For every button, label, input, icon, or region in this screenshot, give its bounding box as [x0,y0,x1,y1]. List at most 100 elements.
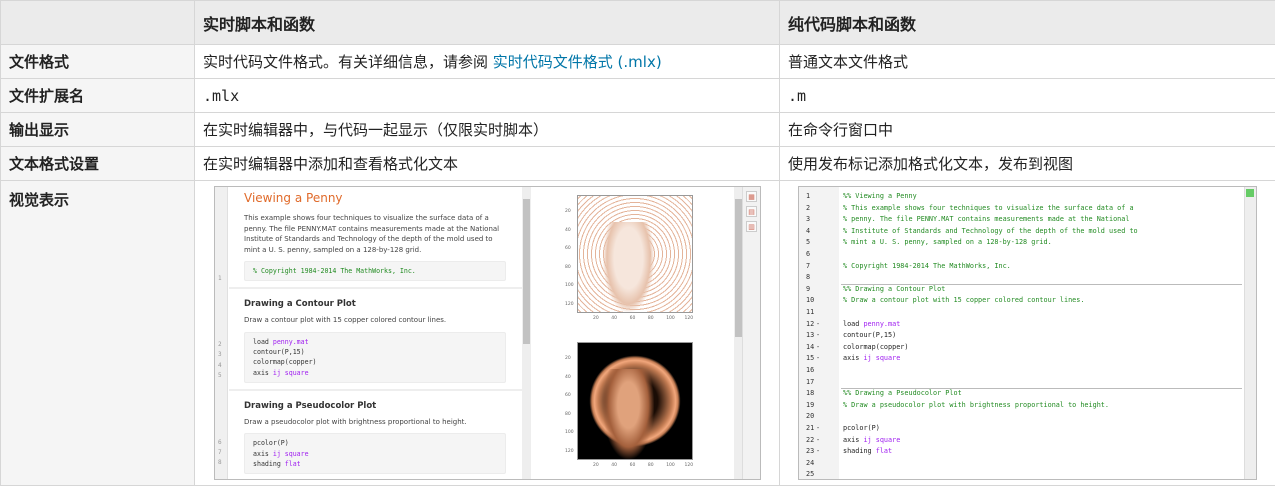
code-line[interactable]: 24 [799,458,1256,470]
code-line[interactable]: 11 [799,307,1256,319]
code-line[interactable]: 23- shading flat [799,446,1256,458]
doc-title: Viewing a Penny [244,191,343,205]
code-line[interactable]: 5 % mint a U. S. penny, sampled on a 128-… [799,237,1256,249]
code-line[interactable]: 6 [799,249,1256,261]
code-text: load penny.mat [843,319,900,331]
code-line[interactable]: 1 %% Viewing a Penny [799,191,1256,203]
code-line[interactable]: 10 % Draw a contour plot with 15 copper c… [799,295,1256,307]
code-token: % This example shows four techniques to … [843,203,1134,212]
y-tick-label: 60 [565,246,571,251]
code-text: pcolor(P) [253,439,289,448]
output-toolbar: ▦ ▤ ▥ [742,187,760,479]
table-row: 文件格式 实时代码文件格式。有关详细信息，请参阅 实时代码文件格式 (.mlx)… [0,44,1275,79]
row-label: 文本格式设置 [0,146,195,181]
row-label: 输出显示 [0,112,195,147]
code-string: penny.mat [863,319,901,328]
code-text: contour(P,15) [843,330,896,342]
x-tick-label: 80 [647,463,654,468]
code-string: ij square [863,354,901,363]
line-number: 20 [806,412,815,421]
code-line[interactable]: 4 % Institute of Standards and Technology… [799,226,1256,238]
code-line[interactable]: 9 %% Drawing a Contour Plot [799,284,1256,296]
section: Viewing a Penny This example shows four … [229,187,522,290]
breakpoint-dash[interactable]: - [816,319,820,331]
breakpoint-dash[interactable]: - [816,330,820,342]
section-text: Draw a contour plot with 15 copper color… [244,316,447,325]
code-line[interactable]: 25 [799,469,1256,479]
code-line[interactable]: 13- contour(P,15) [799,330,1256,342]
cell-text: 实时代码文件格式。有关详细信息，请参阅 [203,53,493,71]
live-cell: .mlx [194,78,780,113]
line-number: 6 [806,250,811,258]
live-editor-screenshot: 1 2 3 4 5 6 7 8 Viewing a Penny This exa… [214,186,761,480]
code-line[interactable]: 18 %% Drawing a Pseudocolor Plot [799,388,1256,400]
code-line[interactable]: 22- axis ij square [799,435,1256,447]
line-number: 3 [218,351,222,358]
code-line[interactable]: 7 % Copyright 1984-2014 The MathWorks, In… [799,261,1256,273]
mlx-format-link[interactable]: 实时代码文件格式 (.mlx) [493,53,662,71]
line-number: 2 [218,341,222,348]
line-number: 11 [806,308,815,316]
code-line[interactable]: 8 [799,272,1256,284]
scrollbar-thumb[interactable] [523,199,530,344]
code-text: % Institute of Standards and Technology … [843,226,1138,238]
breakpoint-dash[interactable]: - [816,435,820,447]
line-number: 4 [218,362,222,369]
x-tick-label: 80 [647,316,654,321]
y-tick-label: 40 [565,374,571,380]
y-tick-label: 120 [565,301,574,307]
table-row: 视觉表示 1 2 3 4 5 6 7 8 Viewing a Penny Thi… [0,180,1275,486]
doc-scrollbar[interactable] [522,187,531,479]
plain-cell: 普通文本文件格式 [779,44,1275,79]
code-line[interactable]: 16 [799,365,1256,377]
plain-cell: 在命令行窗口中 [779,112,1275,147]
hide-code-icon[interactable]: ▥ [746,221,757,232]
breakpoint-dash[interactable]: - [816,423,820,435]
section: Drawing a Contour Plot Draw a contour pl… [229,289,522,391]
code-line[interactable]: 12- load penny.mat [799,319,1256,331]
line-number: 10 [806,296,815,305]
live-cell: 在实时编辑器中添加和查看格式化文本 [194,146,780,181]
code-token: % Draw a contour plot with 15 copper col… [843,296,1085,305]
code-text: %% Drawing a Pseudocolor Plot [843,388,962,400]
code-line[interactable]: 15- axis ij square [799,353,1256,365]
code-string: ij square [863,435,901,444]
code-line[interactable]: 14- colormap(copper) [799,342,1256,354]
output-inline-icon[interactable]: ▦ [746,191,757,202]
section-text: Draw a pseudocolor plot with brightness … [244,417,467,426]
line-number: 9 [806,284,811,293]
x-tick-label: 40 [611,316,618,321]
live-cell: 实时代码文件格式。有关详细信息，请参阅 实时代码文件格式 (.mlx) [194,44,780,79]
code-token: axis [843,354,864,363]
code-text: % This example shows four techniques to … [843,203,1134,215]
table-row: 输出显示 在实时编辑器中，与代码一起显示（仅限实时脚本） 在命令行窗口中 [0,112,1275,147]
breakpoint-dash[interactable]: - [816,446,820,458]
plain-cell: 1 %% Viewing a Penny 2 % This example shows… [779,180,1275,486]
code-line[interactable]: 17 [799,377,1256,389]
line-number: 18 [806,389,815,398]
code-comment: % Copyright 1984-2014 The MathWorks, Inc… [253,267,416,275]
code-line[interactable]: 19 % Draw a pseudocolor plot with brightn… [799,400,1256,412]
code-block[interactable]: % Copyright 1984-2014 The MathWorks, Inc… [244,261,506,282]
line-number: 2 [806,203,811,212]
code-text: pcolor(P) [843,423,880,435]
code-text: % Copyright 1984-2014 The MathWorks, Inc… [843,261,1011,273]
code-block[interactable]: pcolor(P) axis ij square shading flat [244,433,506,475]
editor-scrollbar[interactable] [1244,187,1256,479]
code-line[interactable]: 3 % penny. The file PENNY.MAT contains me… [799,214,1256,226]
output-right-icon[interactable]: ▤ [746,206,757,217]
code-block[interactable]: load penny.mat contour(P,15) colormap(co… [244,331,506,383]
breakpoint-dash[interactable]: - [816,342,820,354]
code-token: contour(P,15) [843,331,897,340]
line-number: 5 [218,372,222,379]
y-tick-label: 100 [565,430,574,435]
scrollbar-thumb[interactable] [735,199,742,337]
table-row: 文件扩展名 .mlx .m [0,78,1275,113]
breakpoint-dash[interactable]: - [816,353,820,365]
code-line[interactable]: 2 % This example shows four techniques to… [799,203,1256,215]
code-line[interactable]: 20 [799,411,1256,423]
code-token: %% Drawing a Contour Plot [843,284,946,293]
code-line[interactable]: 21- pcolor(P) [799,423,1256,435]
code-token: colormap(copper) [843,342,909,351]
output-pane: 20 40 60 80 100 120 20 40 60 80 100 120 20 40 60 80 100 1… [531,187,721,479]
